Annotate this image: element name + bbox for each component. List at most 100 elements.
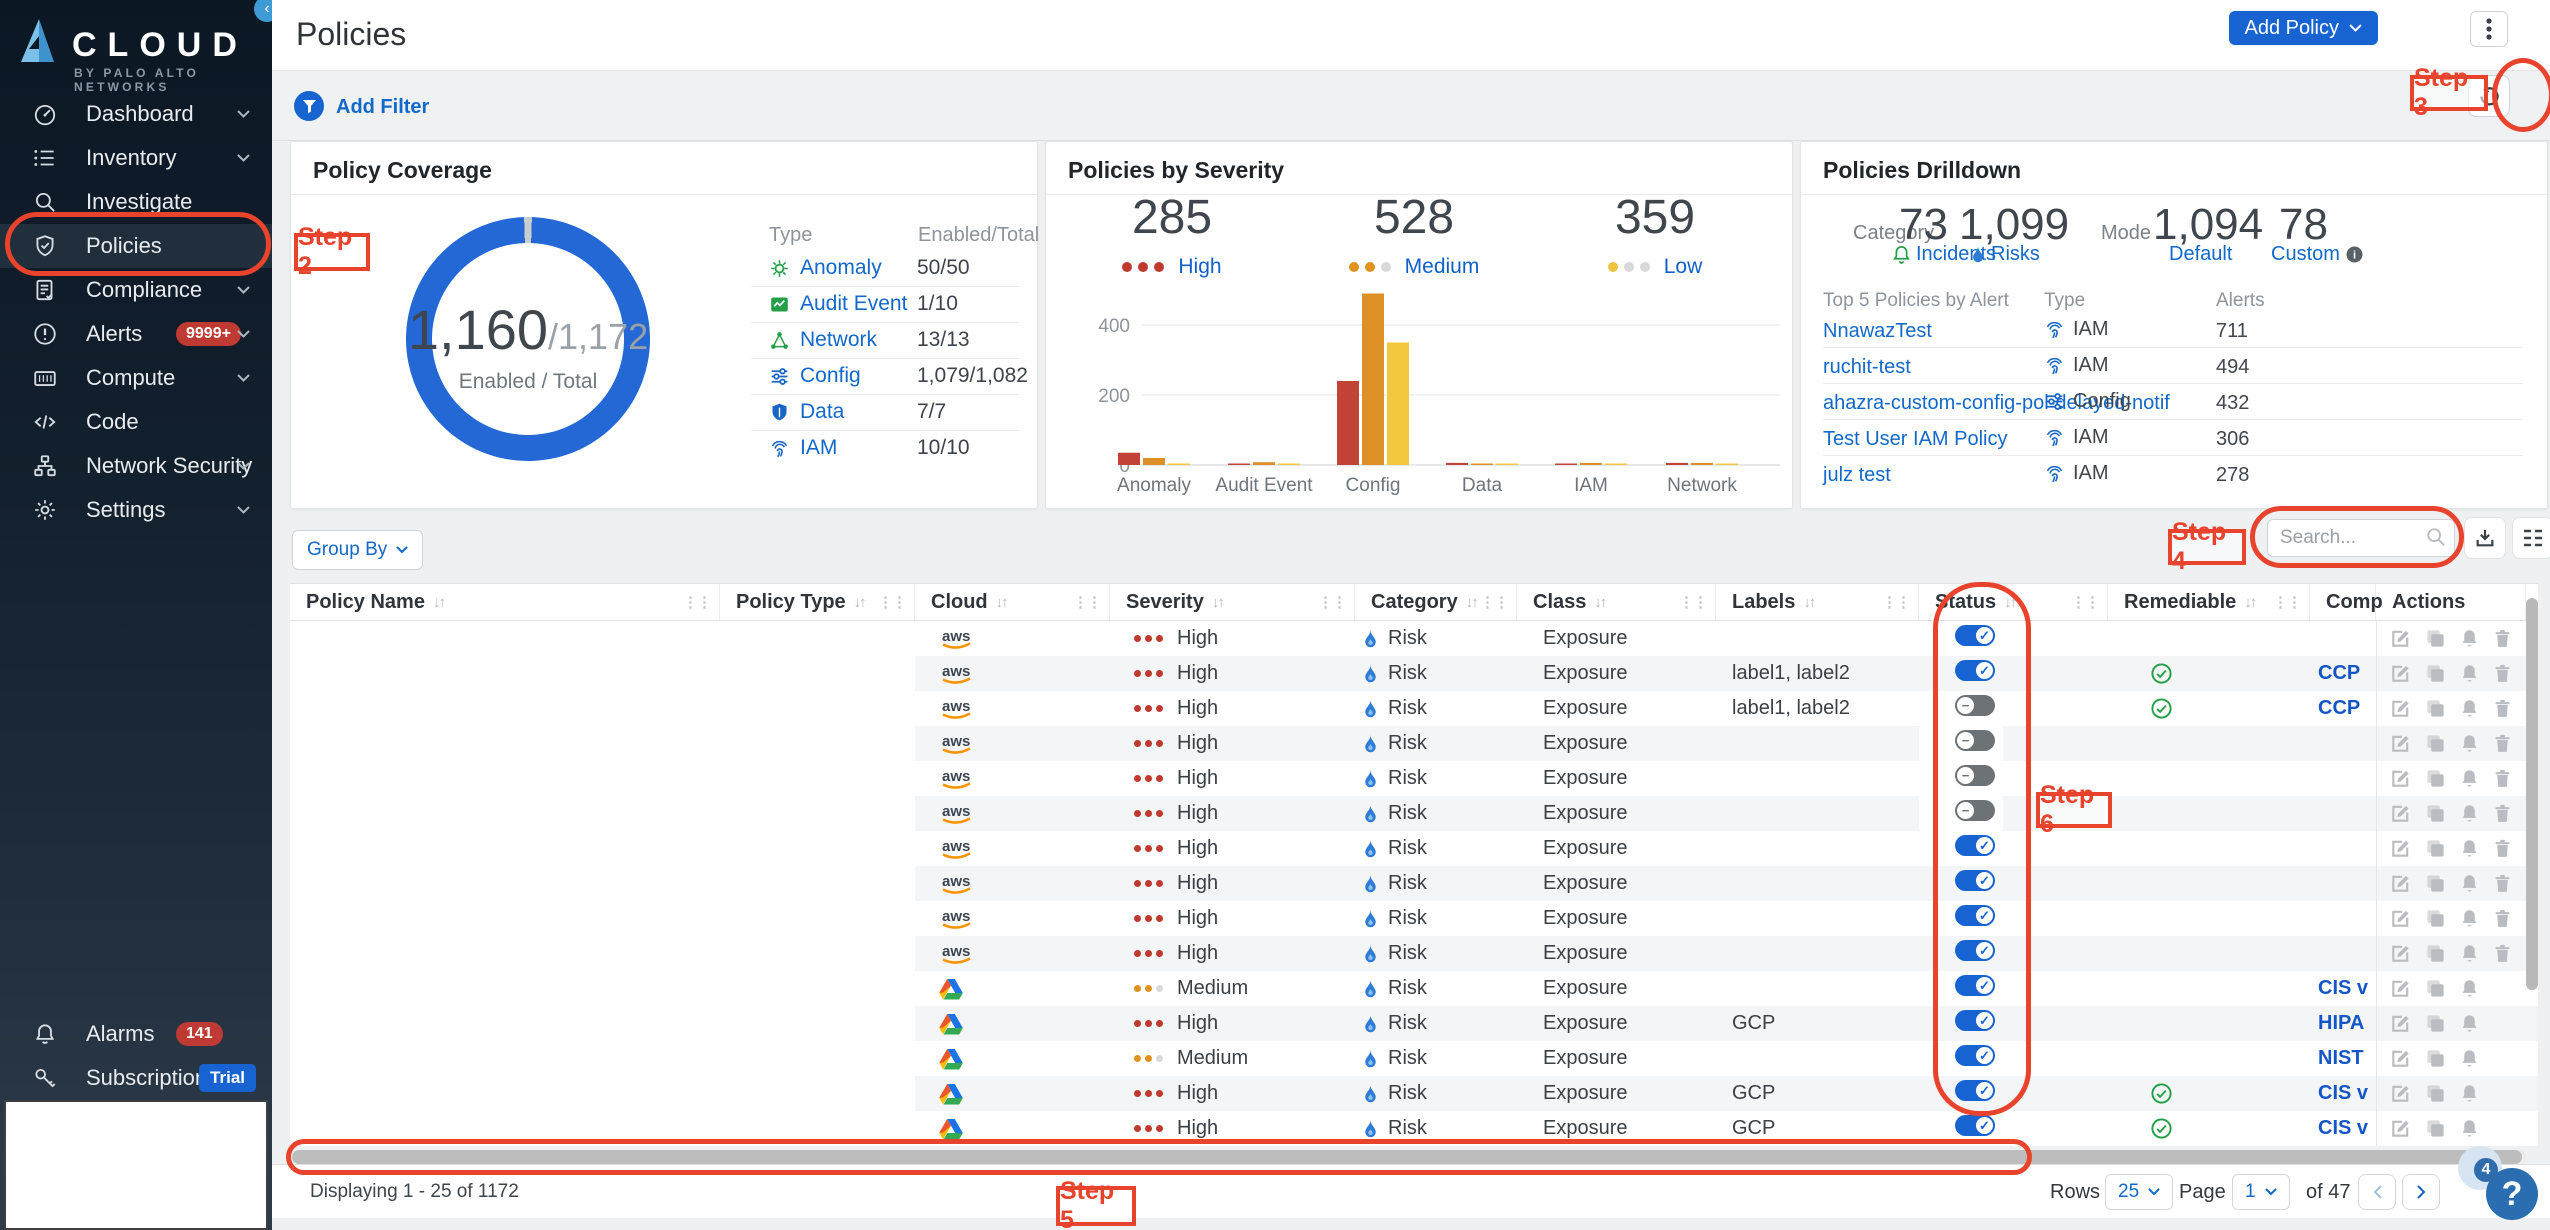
status-toggle[interactable]: ✓ [1955, 1045, 1995, 1066]
status-toggle[interactable]: ✓ [1955, 1010, 1995, 1031]
vertical-scrollbar[interactable] [2526, 598, 2538, 990]
coverage-type-link[interactable]: Anomaly [800, 256, 882, 280]
sidebar-item-compliance[interactable]: Compliance [0, 268, 272, 312]
sort-icon[interactable]: ↓↑ [1466, 594, 1479, 611]
clone-policy-button[interactable] [2424, 872, 2447, 895]
compliance-link[interactable]: CIS v [2318, 1117, 2368, 1140]
add-filter-button[interactable] [294, 91, 324, 121]
column-header-labels[interactable]: Labels ↓↑ ⋮⋮ [1716, 584, 1919, 620]
delete-policy-button[interactable] [2492, 837, 2513, 860]
clone-policy-button[interactable] [2424, 1012, 2447, 1035]
clone-policy-button[interactable] [2424, 1082, 2447, 1105]
drag-handle-icon[interactable]: ⋮⋮ [1073, 593, 1102, 611]
coverage-type-link[interactable]: Config [800, 364, 861, 388]
alert-rule-button[interactable] [2459, 662, 2480, 685]
sort-icon[interactable]: ↓↑ [1803, 594, 1816, 611]
compliance-link[interactable]: CIS v [2318, 977, 2368, 1000]
alert-rule-button[interactable] [2459, 942, 2480, 965]
compliance-link[interactable]: CIS v [2318, 1082, 2368, 1105]
clone-policy-button[interactable] [2424, 942, 2447, 965]
status-toggle[interactable]: ✓ [1955, 940, 1995, 961]
previous-page-button[interactable] [2358, 1174, 2396, 1210]
edit-policy-button[interactable] [2389, 767, 2412, 790]
drag-handle-icon[interactable]: ⋮⋮ [2273, 593, 2302, 611]
edit-policy-button[interactable] [2389, 662, 2412, 685]
alert-rule-button[interactable] [2459, 627, 2480, 650]
clone-policy-button[interactable] [2424, 837, 2447, 860]
sort-icon[interactable]: ↓↑ [1212, 594, 1225, 611]
policy-name-link[interactable]: julz test [1823, 464, 1891, 487]
edit-policy-button[interactable] [2389, 802, 2412, 825]
drag-handle-icon[interactable]: ⋮⋮ [878, 593, 907, 611]
status-toggle[interactable]: ✓ [1955, 1080, 1995, 1101]
clone-policy-button[interactable] [2424, 802, 2447, 825]
edit-policy-button[interactable] [2389, 942, 2412, 965]
search-input[interactable] [2278, 523, 2422, 553]
drag-handle-icon[interactable]: ⋮⋮ [1679, 593, 1708, 611]
more-options-button[interactable] [2470, 11, 2508, 47]
edit-policy-button[interactable] [2389, 1012, 2412, 1035]
alert-rule-button[interactable] [2459, 802, 2480, 825]
rows-per-page-select[interactable]: 25 [2105, 1174, 2174, 1210]
sidebar-item-alarms[interactable]: Alarms 141 [0, 1012, 272, 1056]
column-header-class[interactable]: Class ↓↑ ⋮⋮ [1517, 584, 1716, 620]
sidebar-item-investigate[interactable]: Investigate [0, 180, 272, 224]
edit-policy-button[interactable] [2389, 627, 2412, 650]
compliance-link[interactable]: HIPA [2318, 1012, 2364, 1035]
column-header-remediable[interactable]: Remediable ↓↑ ⋮⋮ [2108, 584, 2310, 620]
clone-policy-button[interactable] [2424, 907, 2447, 930]
sort-icon[interactable]: ↓↑ [2244, 594, 2257, 611]
status-toggle[interactable]: − [1955, 730, 1995, 751]
drag-handle-icon[interactable]: ⋮⋮ [1480, 593, 1509, 611]
status-toggle[interactable]: ✓ [1955, 835, 1995, 856]
status-toggle[interactable]: ✓ [1955, 1115, 1995, 1136]
alert-rule-button[interactable] [2459, 732, 2480, 755]
status-toggle[interactable]: − [1955, 695, 1995, 716]
clone-policy-button[interactable] [2424, 767, 2447, 790]
alert-rule-button[interactable] [2459, 872, 2480, 895]
status-toggle[interactable]: ✓ [1955, 870, 1995, 891]
add-policy-button[interactable]: Add Policy [2228, 11, 2378, 45]
drag-handle-icon[interactable]: ⋮⋮ [2071, 593, 2100, 611]
delete-policy-button[interactable] [2492, 942, 2513, 965]
column-header-policy-type[interactable]: Policy Type ↓↑ ⋮⋮ [720, 584, 915, 620]
sort-icon[interactable]: ↓↑ [433, 594, 446, 611]
sort-icon[interactable]: ↓↑ [2004, 594, 2017, 611]
column-header-severity[interactable]: Severity ↓↑ ⋮⋮ [1110, 584, 1355, 620]
sidebar-item-alerts[interactable]: Alerts 9999+ [0, 312, 272, 356]
sidebar-item-settings[interactable]: Settings [0, 488, 272, 532]
status-toggle[interactable]: ✓ [1955, 660, 1995, 681]
edit-policy-button[interactable] [2389, 1047, 2412, 1070]
column-header-policy-name[interactable]: Policy Name ↓↑ ⋮⋮ [290, 584, 720, 620]
coverage-type-link[interactable]: IAM [800, 436, 837, 460]
clone-policy-button[interactable] [2424, 662, 2447, 685]
alert-rule-button[interactable] [2459, 837, 2480, 860]
sidebar-item-compute[interactable]: Compute [0, 356, 272, 400]
table-columns-button[interactable] [2512, 517, 2550, 559]
risks-link[interactable]: Risks [1971, 243, 2040, 266]
delete-policy-button[interactable] [2492, 627, 2513, 650]
alert-rule-button[interactable] [2459, 697, 2480, 720]
status-toggle[interactable]: ✓ [1955, 975, 1995, 996]
edit-policy-button[interactable] [2389, 732, 2412, 755]
delete-policy-button[interactable] [2492, 872, 2513, 895]
sidebar-item-network-security[interactable]: Network Security [0, 444, 272, 488]
clone-policy-button[interactable] [2424, 1047, 2447, 1070]
sidebar-item-code[interactable]: Code [0, 400, 272, 444]
policy-name-link[interactable]: Test User IAM Policy [1823, 428, 2007, 451]
delete-policy-button[interactable] [2492, 662, 2513, 685]
clone-policy-button[interactable] [2424, 1117, 2447, 1140]
policy-name-link[interactable]: ruchit-test [1823, 356, 1911, 379]
sort-icon[interactable]: ↓↑ [996, 594, 1009, 611]
edit-policy-button[interactable] [2389, 907, 2412, 930]
download-button[interactable] [2464, 517, 2506, 559]
alert-rule-button[interactable] [2459, 907, 2480, 930]
sidebar-item-inventory[interactable]: Inventory [0, 136, 272, 180]
status-toggle[interactable]: ✓ [1955, 905, 1995, 926]
sort-icon[interactable]: ↓↑ [854, 594, 867, 611]
page-select[interactable]: 1 [2232, 1174, 2290, 1210]
edit-policy-button[interactable] [2389, 837, 2412, 860]
compliance-link[interactable]: CCP [2318, 662, 2360, 685]
column-header-category[interactable]: Category ↓↑ ⋮⋮ [1355, 584, 1517, 620]
default-link[interactable]: Default [2169, 243, 2232, 266]
